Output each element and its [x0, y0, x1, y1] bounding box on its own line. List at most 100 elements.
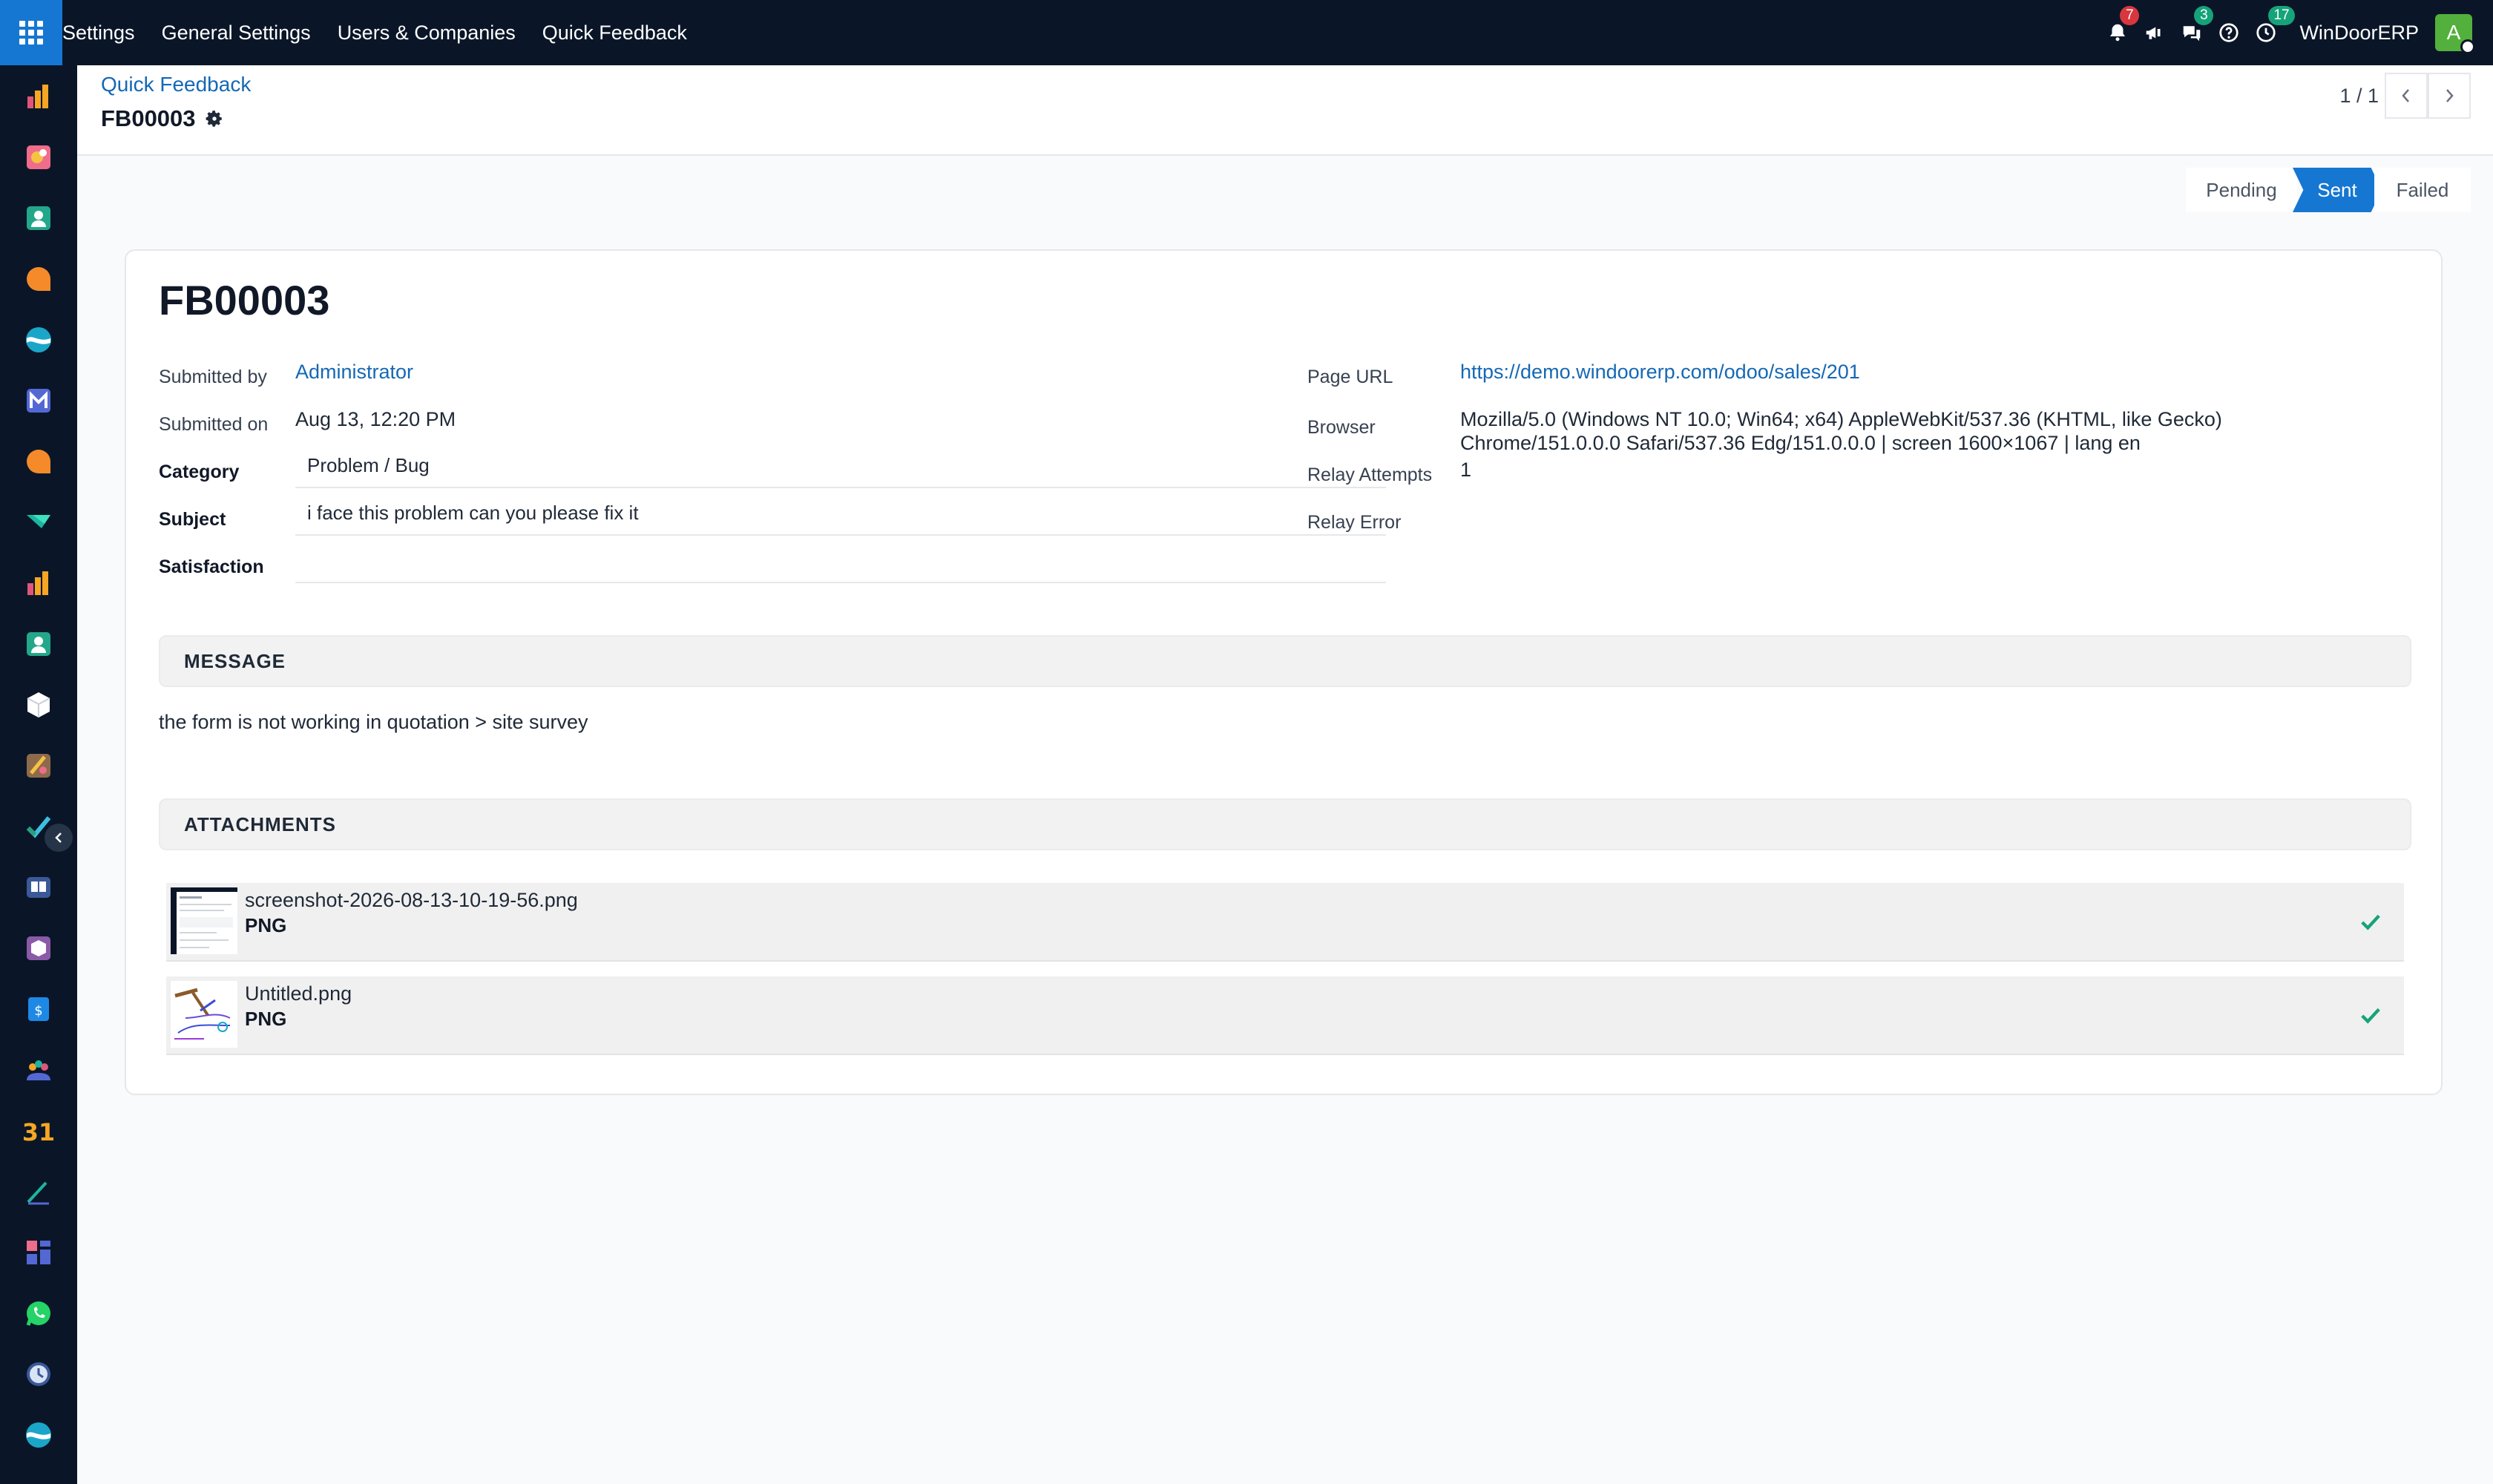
attachment-name[interactable]: screenshot-2026-08-13-10-19-56.png [245, 889, 578, 912]
apps-menu-button[interactable] [0, 0, 62, 65]
drawing-thumbnail-image [171, 981, 237, 1048]
sidebar-collapse-button[interactable] [45, 824, 73, 852]
avatar-letter: A [2446, 21, 2461, 44]
attachment-row[interactable]: screenshot-2026-08-13-10-19-56.png PNG [166, 883, 2404, 962]
messages-button[interactable]: 3 [2173, 0, 2214, 65]
attachments-section-header: ATTACHMENTS [159, 798, 2411, 850]
page-url-value[interactable]: https://demo.windoorerp.com/odoo/sales/2… [1460, 361, 1860, 384]
notifications-button[interactable]: 7 [2099, 0, 2140, 65]
record-title: FB00003 [101, 105, 224, 132]
clock-icon [2256, 23, 2276, 42]
app-sidebar: $ 31 [0, 65, 77, 1484]
calendar-app-label: 31 [24, 1118, 53, 1146]
stage-pending[interactable]: Pending [2186, 168, 2297, 212]
menu-settings[interactable]: Settings [62, 22, 135, 45]
box-app-icon[interactable] [24, 690, 53, 720]
submitted-on-label: Submitted on [159, 414, 269, 435]
presence-indicator [2460, 39, 2475, 54]
submitted-on-value: Aug 13, 12:20 PM [295, 408, 456, 430]
chevron-left-icon [2402, 89, 2409, 102]
gear-icon[interactable] [205, 109, 224, 128]
whatsapp-app-icon[interactable] [24, 1298, 53, 1328]
help-button[interactable] [2210, 0, 2247, 65]
message-section-header: MESSAGE [159, 635, 2411, 687]
browser-value-line1: Mozilla/5.0 (Windows NT 10.0; Win64; x64… [1460, 408, 2222, 430]
company-switcher[interactable]: WinDoorERP [2299, 22, 2419, 45]
art-app-icon[interactable] [24, 142, 53, 172]
help-icon [2219, 23, 2239, 42]
main-menu: Settings General Settings Users & Compan… [62, 0, 714, 65]
reporting-app-icon[interactable] [24, 568, 53, 598]
package-app-icon[interactable] [24, 933, 53, 963]
relay-attempts-label: Relay Attempts [1307, 464, 1433, 485]
record-name: FB00003 [101, 105, 196, 131]
submitted-by-value[interactable]: Administrator [295, 361, 413, 384]
pager-previous-button[interactable] [2385, 73, 2428, 119]
satisfaction-field[interactable] [295, 537, 1386, 583]
chat-app-icon[interactable] [24, 447, 53, 476]
check-icon [2361, 1008, 2380, 1024]
systray: 7 3 17 WinDoorERP A [2099, 0, 2493, 65]
attachment-type: PNG [245, 1008, 287, 1030]
stage-failed[interactable]: Failed [2374, 168, 2471, 212]
dashboard-app-icon[interactable] [24, 1238, 53, 1267]
clock-app-icon[interactable] [24, 1359, 53, 1389]
sales-app-icon[interactable] [24, 82, 53, 111]
browser-label: Browser [1307, 417, 1376, 438]
contacts-2-app-icon[interactable] [24, 629, 53, 659]
bell-icon [2110, 24, 2126, 42]
wave-app-icon[interactable] [24, 325, 53, 355]
top-navbar: Settings General Settings Users & Compan… [0, 0, 2493, 65]
user-avatar[interactable]: A [2435, 14, 2475, 54]
svg-text:$: $ [34, 1003, 42, 1019]
mail-app-icon[interactable] [24, 386, 53, 416]
chevron-right-icon [2446, 89, 2454, 102]
attachment-type: PNG [245, 914, 287, 936]
control-panel: Quick Feedback FB00003 1 / 1 [77, 65, 2493, 156]
page-url-label: Page URL [1307, 367, 1393, 387]
screenshot-thumbnail-image [171, 887, 237, 954]
stage-sent-active[interactable]: Sent [2293, 168, 2382, 212]
subject-field[interactable]: i face this problem can you please fix i… [295, 490, 1386, 536]
activities-badge: 17 [2268, 6, 2295, 25]
discuss-app-icon[interactable] [24, 264, 53, 294]
wave-2-app-icon[interactable] [24, 1420, 53, 1450]
menu-general-settings[interactable]: General Settings [162, 22, 311, 45]
message-text: the form is not working in quotation > s… [159, 711, 588, 733]
form-sheet: FB00003 Submitted by Administrator Submi… [125, 249, 2443, 1095]
craft-app-icon[interactable] [24, 751, 53, 781]
chat-bubbles-icon [2184, 26, 2201, 42]
pen-app-icon[interactable] [24, 1177, 53, 1206]
attachment-thumbnail[interactable] [171, 887, 237, 954]
attachment-row[interactable]: Untitled.png PNG [166, 976, 2404, 1055]
menu-users-companies[interactable]: Users & Companies [338, 22, 516, 45]
status-bar: Pending Sent Failed [2186, 168, 2471, 212]
invoice-app-icon[interactable]: $ [24, 994, 53, 1024]
subject-label: Subject [159, 509, 226, 530]
flag-app-icon[interactable] [24, 508, 53, 537]
breadcrumb-quick-feedback[interactable]: Quick Feedback [101, 73, 251, 96]
book-app-icon[interactable] [24, 873, 53, 902]
form-title: FB00003 [159, 277, 330, 324]
submitted-by-label: Submitted by [159, 367, 267, 387]
team-app-icon[interactable] [24, 1055, 53, 1085]
relay-error-label: Relay Error [1307, 512, 1402, 533]
pager-next-button[interactable] [2428, 73, 2471, 119]
chevron-left-icon [55, 833, 62, 843]
attachment-name[interactable]: Untitled.png [245, 982, 352, 1005]
browser-value-line2: Chrome/151.0.0.0 Safari/537.36 Edg/151.0… [1460, 432, 2141, 454]
megaphone-icon [2147, 27, 2161, 39]
attachment-thumbnail[interactable] [171, 981, 237, 1048]
check-icon [2361, 914, 2380, 930]
category-label: Category [159, 462, 240, 482]
announcements-button[interactable] [2136, 0, 2173, 65]
apps-grid-icon [19, 21, 43, 45]
contacts-app-icon[interactable] [24, 203, 53, 233]
menu-quick-feedback[interactable]: Quick Feedback [542, 22, 687, 45]
category-field[interactable]: Problem / Bug [295, 442, 1386, 488]
calendar-app-icon[interactable]: 31 [24, 1116, 53, 1146]
activities-button[interactable]: 17 [2247, 0, 2295, 65]
relay-attempts-value: 1 [1460, 459, 1472, 481]
pager-value[interactable]: 1 / 1 [2339, 85, 2379, 108]
satisfaction-label: Satisfaction [159, 556, 264, 577]
